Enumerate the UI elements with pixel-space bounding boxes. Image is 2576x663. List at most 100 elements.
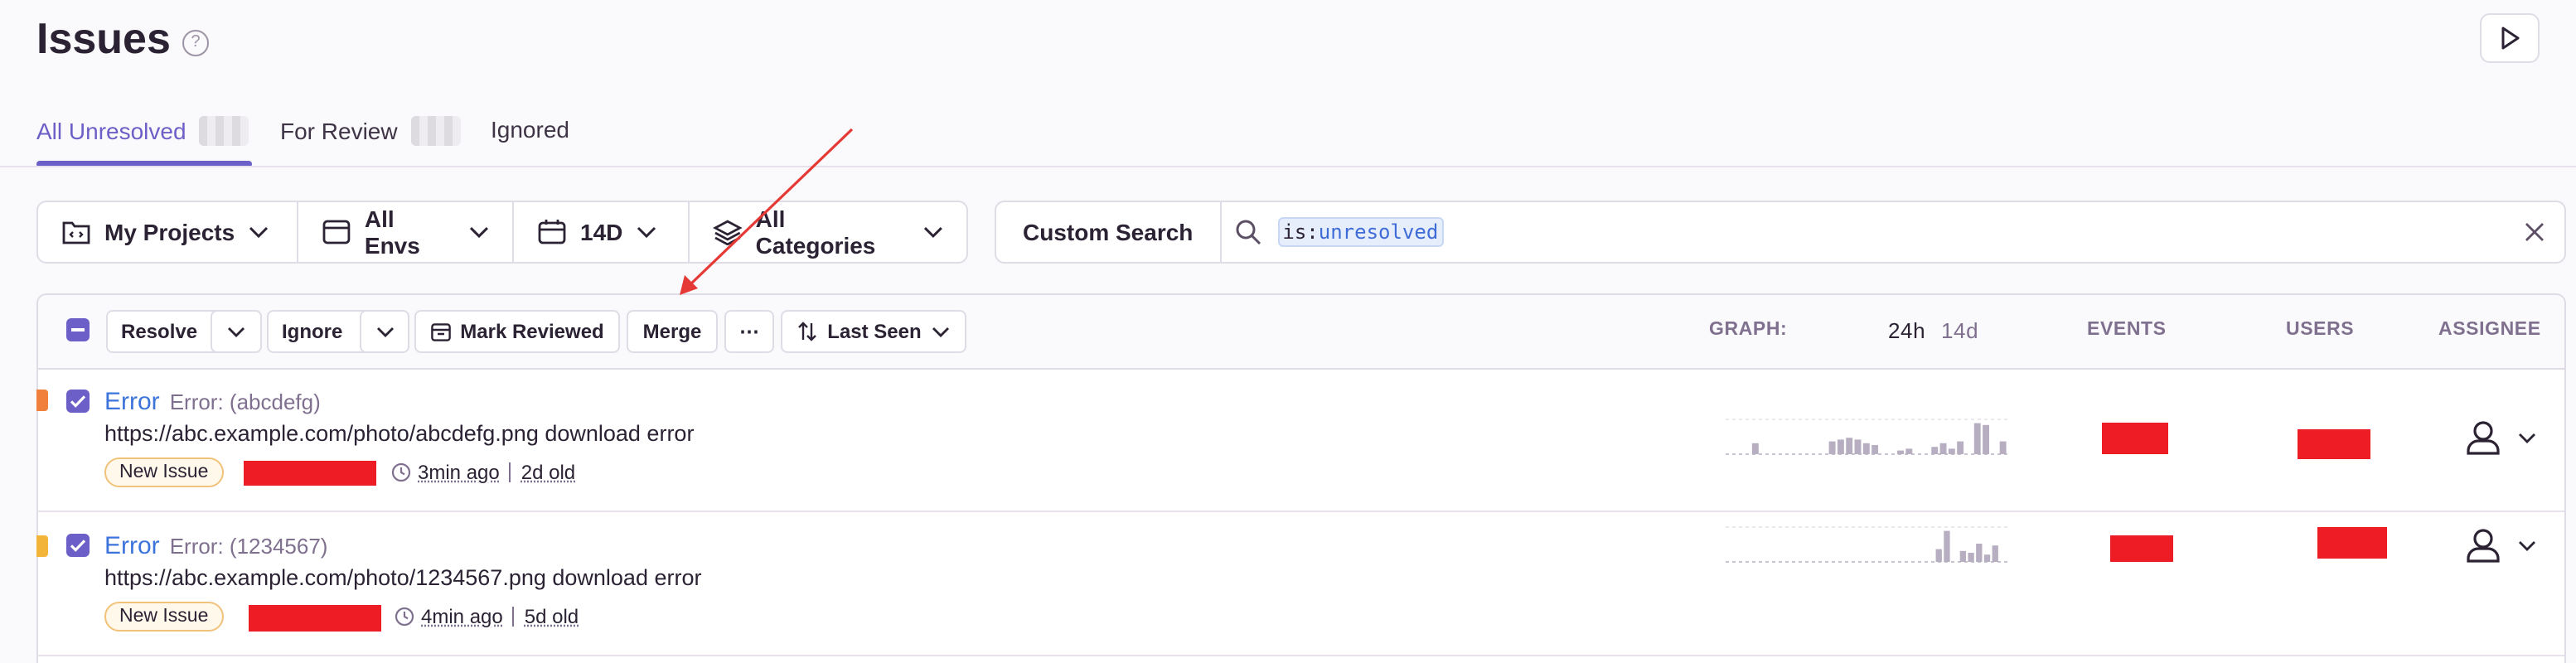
- sparkline-bar: [1837, 439, 1844, 454]
- chevron-down-icon: [2519, 540, 2535, 550]
- close-icon[interactable]: [2525, 222, 2545, 242]
- sparkline-bar: [1905, 448, 1913, 454]
- chevron-down-icon: [249, 226, 268, 239]
- date-filter-label: 14D: [580, 219, 623, 245]
- custom-search-label: Custom Search: [1023, 219, 1194, 245]
- sparkline-bar: [1944, 530, 1950, 562]
- search-input[interactable]: is:unresolved: [1277, 217, 1444, 247]
- sparkline-bar: [1968, 553, 1974, 562]
- mark-reviewed-button[interactable]: Mark Reviewed: [414, 310, 620, 353]
- redacted-events-count: [2110, 535, 2173, 562]
- project-icon: [62, 221, 90, 244]
- sparkline-bar: [1983, 424, 1989, 454]
- resolve-dropdown[interactable]: [211, 310, 262, 353]
- sparkline-bar: [1751, 443, 1759, 454]
- sparkline-bar: [1939, 443, 1947, 454]
- date-filter[interactable]: 14D: [514, 202, 690, 262]
- ignore-dropdown[interactable]: [360, 310, 409, 353]
- issue-type: Error: [104, 532, 160, 560]
- sparkline-bar: [1935, 549, 1942, 562]
- issue-culprit: https://abc.example.com/photo/abcdefg.pn…: [104, 421, 695, 446]
- sparkline-bar: [1854, 439, 1862, 454]
- env-filter[interactable]: All Envs: [298, 202, 514, 262]
- select-all-checkbox[interactable]: [66, 318, 90, 341]
- level-indicator: [36, 535, 48, 557]
- tab-label: For Review: [280, 118, 398, 144]
- issues-table: Resolve Ignore Mark Reviewed Merge ⋯ Las…: [36, 293, 2566, 663]
- sparkline-bar: [1862, 443, 1870, 454]
- new-issue-badge: New Issue: [104, 602, 224, 632]
- tab-count: [199, 116, 249, 146]
- sparkline-bar: [1846, 438, 1853, 454]
- category-filter-label: All Categories: [755, 206, 876, 259]
- redacted-block: [244, 461, 376, 486]
- issue-timestamps: 4min ago 5d old: [395, 605, 579, 628]
- more-icon: ⋯: [739, 320, 759, 343]
- merge-button[interactable]: Merge: [627, 310, 718, 353]
- check-icon: [70, 540, 86, 552]
- last-seen: 3min ago: [418, 461, 500, 484]
- assignee-selector[interactable]: [2465, 527, 2536, 564]
- clock-icon: [391, 462, 411, 482]
- assignee-selector[interactable]: [2465, 419, 2536, 456]
- query-key: is:: [1282, 220, 1319, 244]
- tab-for-review[interactable]: For Review: [280, 116, 461, 146]
- new-issue-badge: New Issue: [104, 457, 224, 487]
- inbox-icon: [430, 322, 451, 341]
- question-circle-icon[interactable]: ?: [182, 30, 209, 56]
- table-row[interactable]: Error Error: (1234567) https://abc.exampl…: [36, 512, 2564, 656]
- resolve-label: Resolve: [121, 320, 198, 343]
- issue-sparkline: [1726, 526, 2007, 563]
- issue-title[interactable]: Error Error: (1234567): [104, 532, 327, 560]
- period-24h-toggle[interactable]: 24h: [1888, 318, 1925, 343]
- project-filter[interactable]: My Projects: [38, 202, 298, 262]
- page-title: Issues: [36, 13, 171, 63]
- sparkline-bar: [1828, 441, 1836, 454]
- issue-title[interactable]: Error Error: (abcdefg): [104, 388, 321, 416]
- chevron-down-icon: [924, 226, 943, 239]
- period-14d-toggle[interactable]: 14d: [1941, 318, 1978, 343]
- tab-ignored[interactable]: Ignored: [491, 116, 569, 143]
- sort-dropdown[interactable]: Last Seen: [781, 310, 966, 353]
- mark-reviewed-label: Mark Reviewed: [460, 320, 604, 343]
- layers-icon: [713, 220, 743, 245]
- redacted-block: [249, 605, 381, 632]
- first-seen-age: 2d old: [521, 461, 576, 484]
- more-actions-button[interactable]: ⋯: [724, 310, 774, 353]
- env-filter-label: All Envs: [364, 206, 420, 259]
- chevron-down-icon: [228, 327, 245, 336]
- users-header: USERS: [2286, 320, 2355, 340]
- issue-message: Error: (abcdefg): [169, 390, 321, 414]
- calendar-icon: [538, 220, 566, 244]
- table-header: Resolve Ignore Mark Reviewed Merge ⋯ Las…: [38, 295, 2564, 370]
- sparkline-bar: [1999, 441, 2007, 454]
- row-checkbox[interactable]: [66, 390, 90, 413]
- tab-all-unresolved[interactable]: All Unresolved: [36, 116, 249, 146]
- table-row[interactable]: Error Error: (abcdefg) https://abc.exampl…: [36, 368, 2564, 512]
- assignee-header: ASSIGNEE: [2438, 320, 2541, 340]
- chevron-down-icon: [376, 327, 393, 336]
- category-filter[interactable]: All Categories: [690, 202, 966, 262]
- tab-count: [410, 116, 461, 146]
- user-icon: [2467, 529, 2500, 563]
- project-filter-label: My Projects: [104, 219, 235, 245]
- events-header: EVENTS: [2087, 320, 2167, 340]
- sparkline-bar: [1948, 448, 1955, 454]
- sparkline-bar: [1871, 445, 1879, 454]
- row-checkbox[interactable]: [66, 534, 90, 557]
- level-indicator: [36, 390, 48, 411]
- issues-page: Issues ? All Unresolved For Review Ignor…: [0, 0, 2576, 663]
- custom-search-button[interactable]: Custom Search: [996, 202, 1222, 262]
- merge-label: Merge: [642, 320, 702, 343]
- tab-label: Ignored: [491, 116, 569, 143]
- redacted-users-count: [2298, 429, 2370, 459]
- play-button[interactable]: [2480, 13, 2540, 63]
- user-icon: [2467, 421, 2500, 455]
- page-filter-bar: My Projects All Envs 14D All Categories: [36, 201, 968, 264]
- sparkline-bar: [1957, 441, 1964, 454]
- search-icon: [1235, 220, 1261, 245]
- sort-label: Last Seen: [827, 320, 922, 343]
- issue-culprit: https://abc.example.com/photo/1234567.pn…: [104, 565, 702, 590]
- tabs-divider: [0, 166, 2576, 167]
- chevron-down-icon: [932, 327, 949, 336]
